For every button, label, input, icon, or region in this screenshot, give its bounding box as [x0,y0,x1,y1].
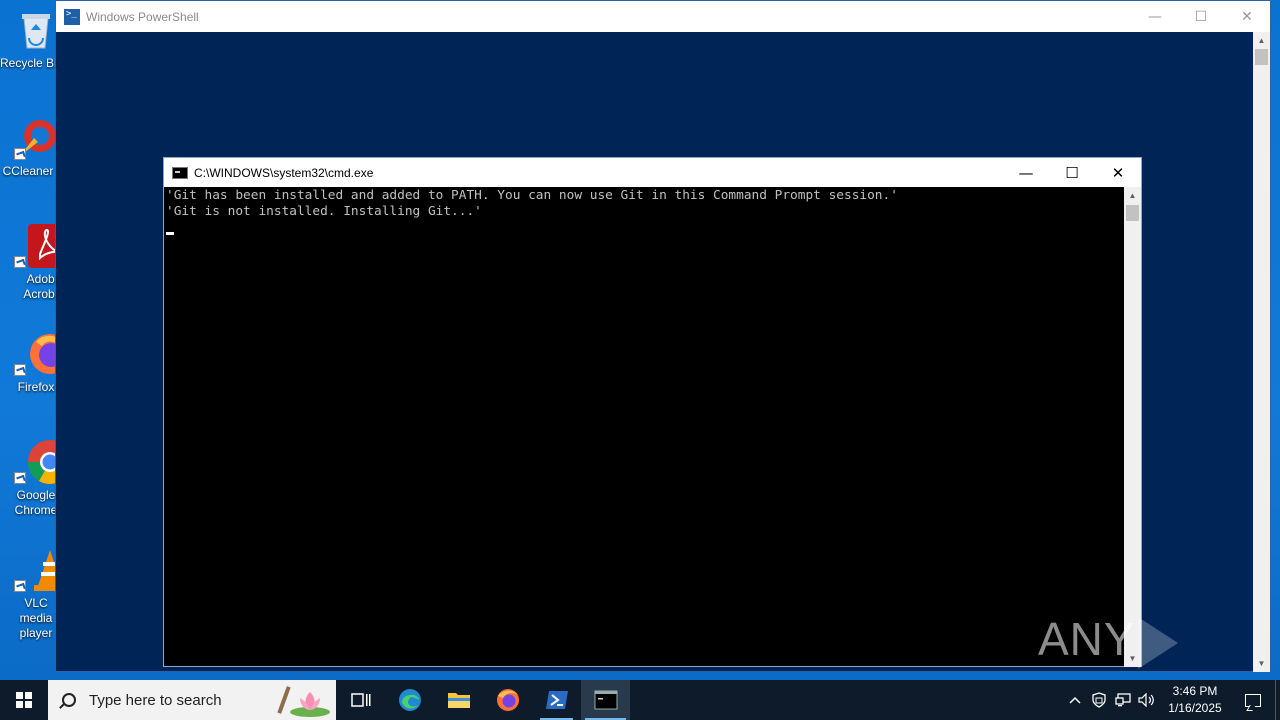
powershell-icon [545,691,568,709]
taskbar-powershell[interactable] [532,680,581,720]
console-line: 'Git is not installed. Installing Git...… [166,204,482,219]
shortcut-arrow-icon [14,148,26,160]
task-view-button[interactable] [336,680,385,720]
show-desktop-button[interactable] [1275,680,1280,720]
scrollbar-thumb[interactable] [1126,205,1139,221]
shortcut-arrow-icon [14,364,26,376]
shortcut-arrow-icon [14,256,26,268]
powershell-titlebar[interactable]: Windows PowerShell — ☐ ✕ [56,1,1270,32]
watermark-text-left: ANY [1038,613,1136,665]
close-button[interactable]: ✕ [1224,1,1270,32]
clock-time: 3:46 PM [1172,684,1218,698]
chrome-icon [14,440,72,484]
firefox-icon [14,332,70,376]
start-button[interactable] [0,680,48,720]
taskbar-search-box[interactable]: Type here to search [48,680,336,720]
notification-icon [1245,693,1261,707]
powershell-scrollbar[interactable]: ▲ ▼ [1253,32,1270,672]
task-view-icon [350,693,370,707]
clock-date: 1/16/2025 [1168,701,1222,715]
volume-icon[interactable] [1135,680,1159,720]
security-shield-icon[interactable] [1087,680,1111,720]
cmd-titlebar[interactable]: C:\WINDOWS\system32\cmd.exe — ☐ ✕ [164,158,1141,187]
taskbar-firefox[interactable] [483,680,532,720]
minimize-button[interactable]: — [1132,1,1178,32]
maximize-button[interactable]: ☐ [1178,1,1224,32]
search-highlight-art-icon [268,684,332,718]
edge-icon [398,689,421,711]
cmd-icon [594,690,617,710]
cmd-scrollbar[interactable]: ▲ ▼ [1124,187,1141,667]
powershell-icon [64,8,80,25]
notification-center-button[interactable] [1231,680,1275,720]
adobe-acrobat-icon [14,224,72,268]
taskbar-file-explorer[interactable] [434,680,483,720]
recycle-bin-icon [14,8,58,52]
close-button[interactable]: ✕ [1095,158,1141,187]
shortcut-arrow-icon [14,580,26,592]
console-line: 'Git has been installed and added to PAT… [166,188,898,203]
taskbar: Type here to search 3:46 PM 1/16/2025 [0,680,1280,720]
text-cursor [166,232,174,235]
taskbar-cmd[interactable] [581,680,630,720]
cmd-window-controls: — ☐ ✕ [1003,158,1141,187]
scroll-up-arrow-icon[interactable]: ▲ [1253,32,1270,49]
ccleaner-icon [14,116,58,160]
network-icon[interactable] [1111,680,1135,720]
firefox-icon [496,689,519,711]
system-tray: 3:46 PM 1/16/2025 [1063,680,1280,720]
desktop-icon-label: Recycle Bin [0,56,56,70]
taskbar-edge[interactable] [385,680,434,720]
scroll-up-arrow-icon[interactable]: ▲ [1124,187,1141,204]
play-icon [1137,616,1178,669]
console-output[interactable]: 'Git has been installed and added to PAT… [164,187,1125,667]
windows-logo-icon [16,692,32,708]
powershell-window-controls: — ☐ ✕ [1132,1,1270,32]
folder-icon [447,693,470,708]
cmd-title: C:\WINDOWS\system32\cmd.exe [194,165,374,180]
shortcut-arrow-icon [14,472,26,484]
scrollbar-thumb[interactable] [1255,49,1268,65]
cmd-window[interactable]: C:\WINDOWS\system32\cmd.exe — ☐ ✕ 'Git h… [163,157,1142,667]
minimize-button[interactable]: — [1003,158,1049,187]
chevron-up-icon[interactable] [1063,680,1087,720]
desktop-icon-label: CCleaner [2,164,54,178]
search-icon [62,693,76,707]
vlc-icon [14,548,66,592]
maximize-button[interactable]: ☐ [1049,158,1095,187]
search-placeholder: Type here to search [89,691,222,709]
taskbar-clock[interactable]: 3:46 PM 1/16/2025 [1159,683,1231,717]
powershell-title: Windows PowerShell [86,9,199,24]
cmd-icon [172,166,188,179]
